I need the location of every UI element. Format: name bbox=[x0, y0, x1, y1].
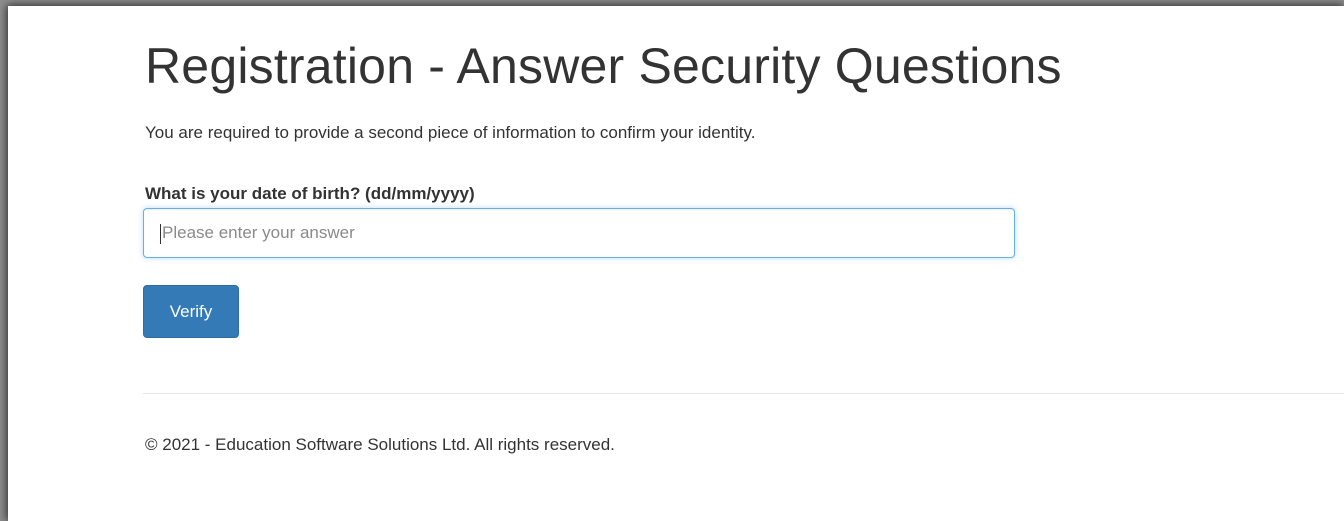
security-question-label: What is your date of birth? (dd/mm/yyyy) bbox=[145, 184, 475, 203]
page-title: Registration - Answer Security Questions bbox=[145, 38, 1062, 94]
intro-text: You are required to provide a second pie… bbox=[145, 123, 756, 142]
footer-divider bbox=[143, 393, 1344, 394]
text-caret bbox=[160, 224, 161, 244]
footer-copyright: © 2021 - Education Software Solutions Lt… bbox=[145, 435, 615, 454]
browser-window: Registration - Answer Security Questions… bbox=[8, 6, 1344, 521]
verify-button[interactable]: Verify bbox=[143, 285, 239, 338]
answer-input[interactable] bbox=[143, 208, 1015, 258]
